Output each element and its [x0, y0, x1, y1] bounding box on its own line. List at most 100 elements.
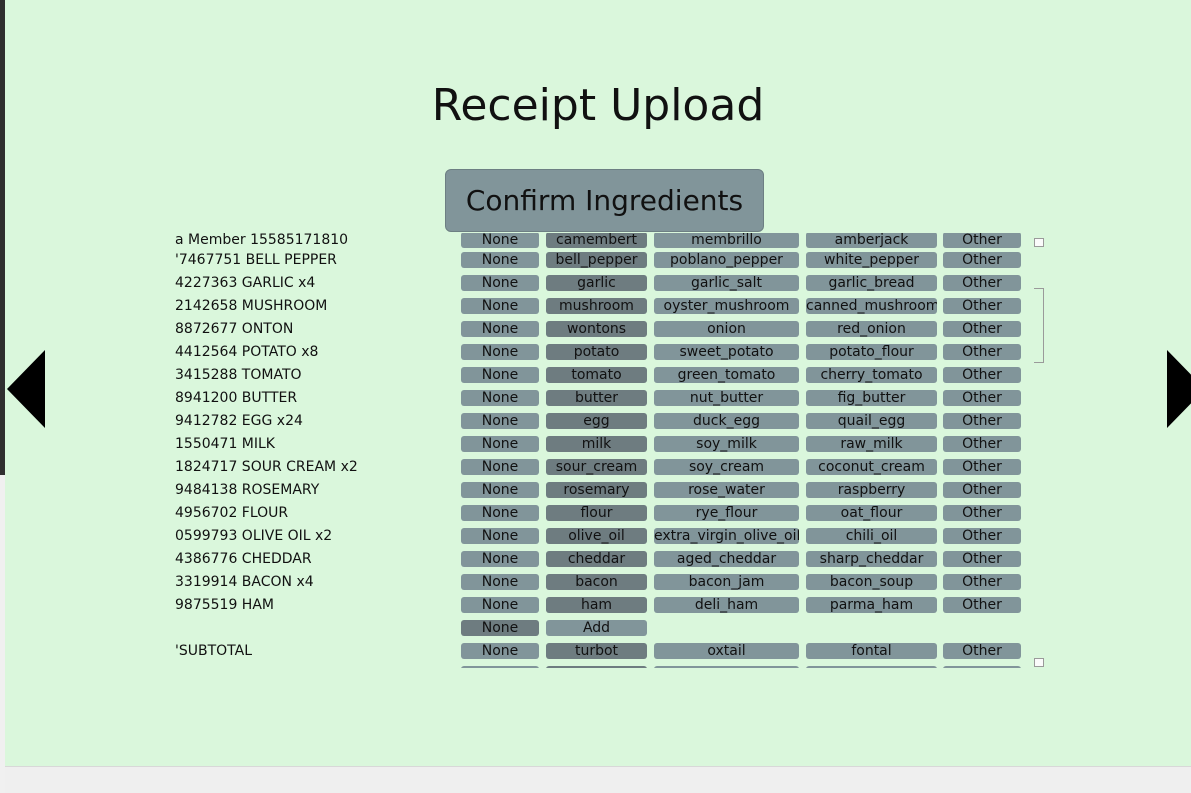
list-scrollbar[interactable] — [1034, 238, 1046, 669]
other-option[interactable]: Other — [943, 482, 1021, 498]
best-match-option[interactable]: tomato — [546, 367, 647, 383]
alt-option-2[interactable]: parma_ham — [806, 597, 937, 613]
other-option[interactable]: Other — [943, 233, 1021, 248]
best-match-option[interactable]: mushroom — [546, 298, 647, 314]
other-option[interactable]: Other — [943, 505, 1021, 521]
alt-option-2[interactable] — [806, 666, 937, 668]
other-option[interactable]: Other — [943, 344, 1021, 360]
alt-option-2[interactable]: oat_flour — [806, 505, 937, 521]
alt-option-1[interactable]: oxtail — [654, 643, 799, 659]
alt-option-2[interactable]: garlic_bread — [806, 275, 937, 291]
alt-option-1[interactable]: deli_ham — [654, 597, 799, 613]
none-option[interactable]: None — [461, 275, 539, 291]
alt-option-1[interactable]: oyster_mushroom — [654, 298, 799, 314]
alt-option-2[interactable]: sharp_cheddar — [806, 551, 937, 567]
alt-option-1[interactable]: poblano_pepper — [654, 252, 799, 268]
alt-option-2[interactable]: canned_mushroom — [806, 298, 937, 314]
alt-option-1[interactable] — [654, 666, 799, 668]
alt-option-2[interactable]: fontal — [806, 643, 937, 659]
best-match-option[interactable]: garlic — [546, 275, 647, 291]
other-option[interactable]: Other — [943, 298, 1021, 314]
alt-option-1[interactable]: garlic_salt — [654, 275, 799, 291]
alt-option-1[interactable]: membrillo — [654, 233, 799, 248]
none-option[interactable]: None — [461, 551, 539, 567]
alt-option-2[interactable]: white_pepper — [806, 252, 937, 268]
best-match-option[interactable]: sour_cream — [546, 459, 647, 475]
none-option[interactable]: None — [461, 321, 539, 337]
other-option[interactable]: Other — [943, 321, 1021, 337]
none-option[interactable] — [461, 666, 539, 668]
best-match-option[interactable]: turbot — [546, 643, 647, 659]
none-option[interactable]: None — [461, 620, 539, 636]
alt-option-1[interactable]: bacon_jam — [654, 574, 799, 590]
best-match-option[interactable]: camembert — [546, 233, 647, 248]
other-option[interactable]: Other — [943, 413, 1021, 429]
best-match-option[interactable]: butter — [546, 390, 647, 406]
best-match-option[interactable]: wontons — [546, 321, 647, 337]
alt-option-2[interactable]: cherry_tomato — [806, 367, 937, 383]
none-option[interactable]: None — [461, 390, 539, 406]
alt-option-1[interactable]: soy_milk — [654, 436, 799, 452]
best-match-option[interactable] — [546, 666, 647, 668]
alt-option-1[interactable]: sweet_potato — [654, 344, 799, 360]
other-option[interactable]: Other — [943, 643, 1021, 659]
best-match-option[interactable]: milk — [546, 436, 647, 452]
alt-option-2[interactable]: raw_milk — [806, 436, 937, 452]
none-option[interactable]: None — [461, 413, 539, 429]
alt-option-2[interactable]: amberjack — [806, 233, 937, 248]
alt-option-2[interactable]: bacon_soup — [806, 574, 937, 590]
none-option[interactable]: None — [461, 574, 539, 590]
none-option[interactable]: None — [461, 459, 539, 475]
add-button[interactable]: Add — [546, 620, 647, 636]
alt-option-1[interactable]: nut_butter — [654, 390, 799, 406]
none-option[interactable]: None — [461, 528, 539, 544]
none-option[interactable]: None — [461, 233, 539, 248]
none-option[interactable]: None — [461, 482, 539, 498]
alt-option-2[interactable]: potato_flour — [806, 344, 937, 360]
best-match-option[interactable]: potato — [546, 344, 647, 360]
best-match-option[interactable]: ham — [546, 597, 647, 613]
alt-option-1[interactable]: onion — [654, 321, 799, 337]
none-option[interactable]: None — [461, 505, 539, 521]
best-match-option[interactable]: cheddar — [546, 551, 647, 567]
alt-option-2[interactable]: coconut_cream — [806, 459, 937, 475]
alt-option-1[interactable]: green_tomato — [654, 367, 799, 383]
best-match-option[interactable]: olive_oil — [546, 528, 647, 544]
other-option[interactable]: Other — [943, 528, 1021, 544]
best-match-option[interactable]: rosemary — [546, 482, 647, 498]
best-match-option[interactable]: egg — [546, 413, 647, 429]
best-match-option[interactable]: bell_pepper — [546, 252, 647, 268]
scroll-down-button[interactable] — [1034, 658, 1044, 667]
none-option[interactable]: None — [461, 597, 539, 613]
other-option[interactable]: Other — [943, 597, 1021, 613]
alt-option-2[interactable]: red_onion — [806, 321, 937, 337]
other-option[interactable]: Other — [943, 436, 1021, 452]
alt-option-1[interactable]: extra_virgin_olive_oil — [654, 528, 799, 544]
none-option[interactable]: None — [461, 436, 539, 452]
alt-option-2[interactable]: fig_butter — [806, 390, 937, 406]
scrollbar-thumb[interactable] — [1034, 288, 1044, 363]
other-option[interactable]: Other — [943, 574, 1021, 590]
alt-option-1[interactable]: rose_water — [654, 482, 799, 498]
alt-option-1[interactable]: rye_flour — [654, 505, 799, 521]
alt-option-2[interactable]: raspberry — [806, 482, 937, 498]
best-match-option[interactable]: flour — [546, 505, 647, 521]
alt-option-1[interactable]: aged_cheddar — [654, 551, 799, 567]
alt-option-1[interactable]: duck_egg — [654, 413, 799, 429]
other-option[interactable] — [943, 666, 1021, 668]
alt-option-2[interactable]: chili_oil — [806, 528, 937, 544]
other-option[interactable]: Other — [943, 367, 1021, 383]
other-option[interactable]: Other — [943, 252, 1021, 268]
none-option[interactable]: None — [461, 643, 539, 659]
other-option[interactable]: Other — [943, 551, 1021, 567]
confirm-ingredients-button[interactable]: Confirm Ingredients — [445, 169, 764, 232]
scroll-up-button[interactable] — [1034, 238, 1044, 247]
other-option[interactable]: Other — [943, 275, 1021, 291]
other-option[interactable]: Other — [943, 459, 1021, 475]
none-option[interactable]: None — [461, 367, 539, 383]
none-option[interactable]: None — [461, 298, 539, 314]
none-option[interactable]: None — [461, 344, 539, 360]
other-option[interactable]: Other — [943, 390, 1021, 406]
none-option[interactable]: None — [461, 252, 539, 268]
alt-option-1[interactable]: soy_cream — [654, 459, 799, 475]
